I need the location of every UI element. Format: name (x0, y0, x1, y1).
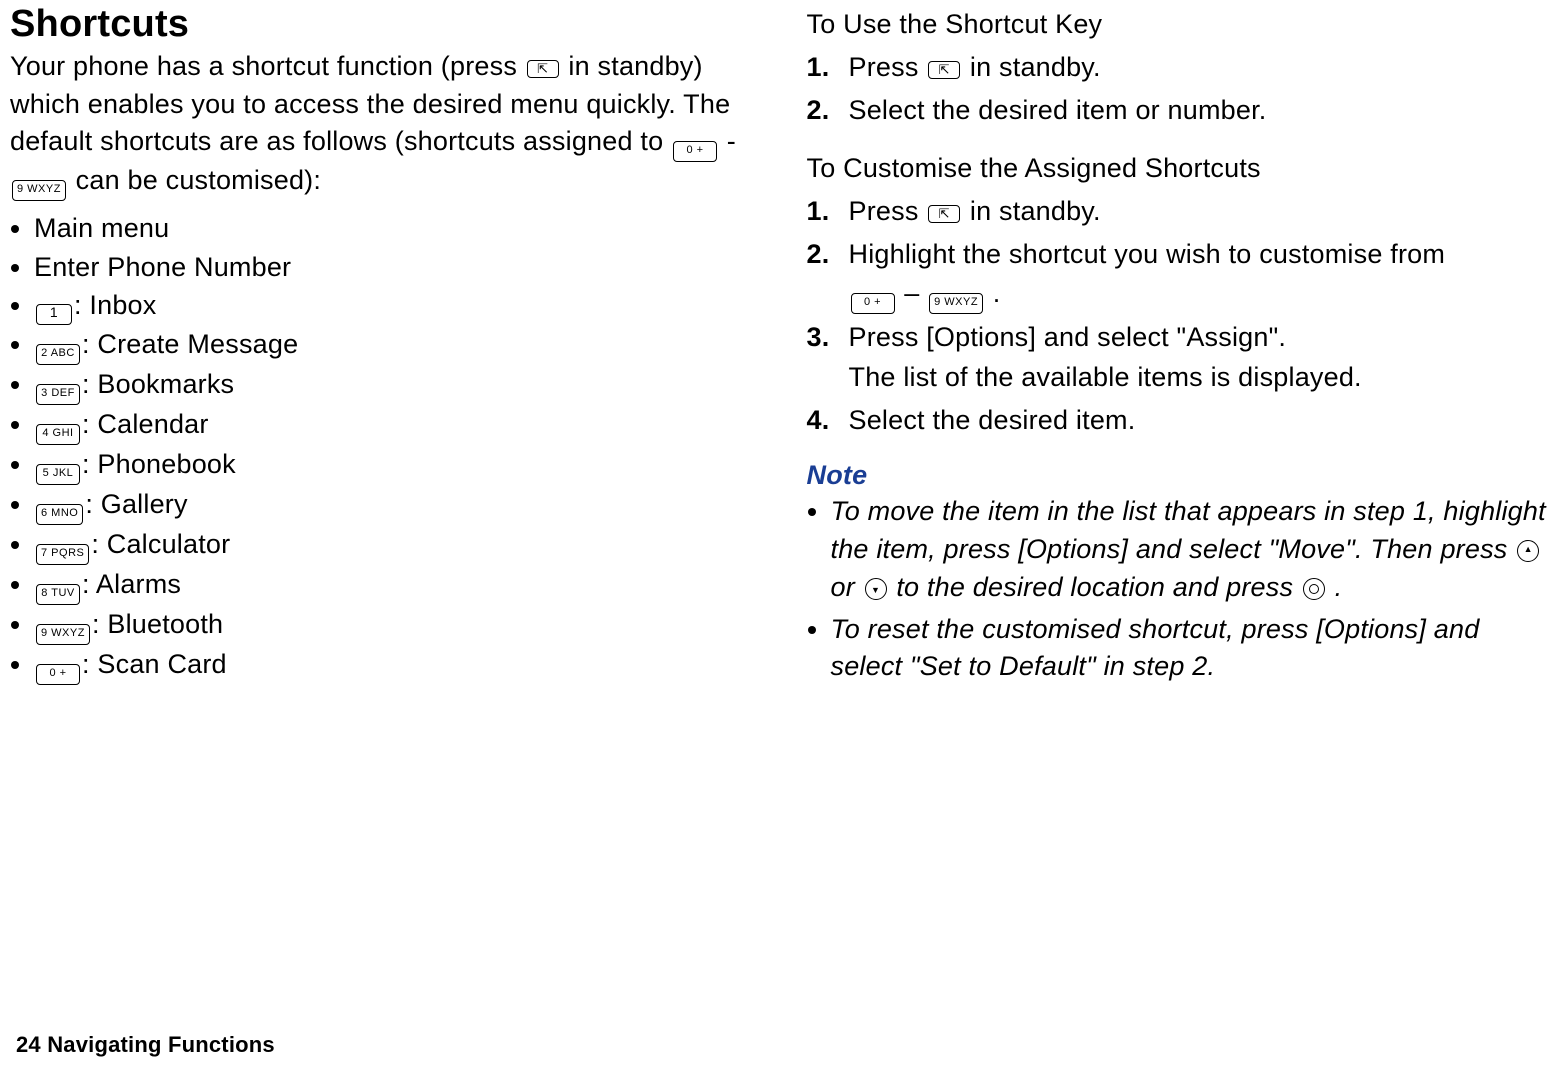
note-text: to the desired location and press (896, 572, 1301, 602)
step-subnote: The list of the available items is displ… (849, 359, 1556, 397)
step-number: 1. (807, 192, 849, 231)
key-9-icon: 9 WXYZ (36, 624, 90, 645)
footer-title: Navigating Functions (47, 1032, 275, 1057)
shortcut-key-icon (928, 61, 960, 79)
step-item: 2. Highlight the shortcut you wish to cu… (807, 235, 1556, 314)
step-body: Press [Options] and select "Assign". The… (849, 318, 1556, 397)
shortcut-key-icon (527, 60, 559, 78)
key-3-icon: 3 DEF (36, 384, 80, 405)
item-label: Inbox (89, 290, 156, 320)
page-footer: 24 Navigating Functions (16, 1032, 275, 1058)
step-item: 2. Select the desired item or number. (807, 91, 1556, 130)
step-number: 2. (807, 235, 849, 314)
note-text: To move the item in the list that appear… (831, 496, 1546, 564)
range-separator: - (727, 126, 736, 156)
key-8-icon: 8 TUV (36, 584, 80, 605)
use-shortcut-heading: To Use the Shortcut Key (807, 6, 1556, 44)
key-9-icon: 9 WXYZ (929, 293, 983, 314)
list-item: 2 ABC: Create Message (34, 325, 759, 365)
shortcut-list: Main menu Enter Phone Number 1: Inbox 2 … (10, 209, 759, 685)
range-separator: – (904, 278, 927, 308)
step-text: in standby. (970, 196, 1101, 226)
nav-up-icon (1517, 540, 1539, 562)
step-body: Press in standby. (849, 48, 1556, 87)
key-5-icon: 5 JKL (36, 464, 80, 485)
section-title: Shortcuts (10, 4, 759, 46)
list-item: 6 MNO: Gallery (34, 485, 759, 525)
shortcut-key-icon (928, 205, 960, 223)
step-text: . (993, 278, 1001, 308)
key-1-icon: 1 (36, 304, 72, 325)
item-label: Calculator (107, 529, 231, 559)
list-item: 1: Inbox (34, 286, 759, 325)
step-text: Highlight the shortcut you wish to custo… (849, 239, 1446, 269)
note-heading: Note (807, 460, 1556, 491)
item-label: Gallery (101, 489, 188, 519)
item-label: Bookmarks (97, 369, 234, 399)
item-label: Scan Card (97, 649, 226, 679)
item-label: Create Message (97, 329, 298, 359)
list-item: 4 GHI: Calendar (34, 405, 759, 445)
step-number: 3. (807, 318, 849, 397)
key-0-icon: 0 + (36, 664, 80, 685)
step-number: 1. (807, 48, 849, 87)
item-label: Main menu (34, 213, 169, 243)
step-item: 1. Press in standby. (807, 48, 1556, 87)
note-item: To move the item in the list that appear… (831, 493, 1556, 606)
item-label: Calendar (97, 409, 208, 439)
list-item: 9 WXYZ: Bluetooth (34, 605, 759, 645)
page-number: 24 (16, 1032, 41, 1057)
left-column: Shortcuts Your phone has a shortcut func… (10, 4, 759, 690)
list-item: 8 TUV: Alarms (34, 565, 759, 605)
list-item: Enter Phone Number (34, 248, 759, 286)
item-label: Alarms (96, 569, 181, 599)
key-9-icon: 9 WXYZ (12, 180, 66, 201)
list-item: 3 DEF: Bookmarks (34, 365, 759, 405)
step-text: Press (849, 52, 927, 82)
item-label: Bluetooth (107, 609, 223, 639)
note-text: To reset the customised shortcut, press … (831, 614, 1480, 682)
step-body: Select the desired item or number. (849, 91, 1556, 130)
key-7-icon: 7 PQRS (36, 544, 89, 565)
step-body: Select the desired item. (849, 401, 1556, 440)
intro-paragraph: Your phone has a shortcut function (pres… (10, 48, 759, 202)
note-text: . (1335, 572, 1343, 602)
intro-text-4: can be customised): (76, 165, 321, 195)
nav-center-icon (1303, 578, 1325, 600)
customise-steps: 1. Press in standby. 2. Highlight the sh… (807, 192, 1556, 440)
note-list: To move the item in the list that appear… (807, 493, 1556, 686)
step-item: 4. Select the desired item. (807, 401, 1556, 440)
step-item: 1. Press in standby. (807, 192, 1556, 231)
nav-down-icon (865, 578, 887, 600)
step-body: Highlight the shortcut you wish to custo… (849, 235, 1556, 314)
key-6-icon: 6 MNO (36, 504, 83, 525)
step-number: 4. (807, 401, 849, 440)
list-item: 0 +: Scan Card (34, 645, 759, 685)
key-4-icon: 4 GHI (36, 424, 80, 445)
item-label: Phonebook (97, 449, 235, 479)
key-0-icon: 0 + (851, 293, 895, 314)
step-text: Press [Options] and select "Assign". (849, 322, 1287, 352)
key-0-icon: 0 + (673, 141, 717, 162)
list-item: 5 JKL: Phonebook (34, 445, 759, 485)
right-column: To Use the Shortcut Key 1. Press in stan… (807, 4, 1556, 690)
step-text: Select the desired item or number. (849, 95, 1267, 125)
list-item: Main menu (34, 209, 759, 247)
step-body: Press in standby. (849, 192, 1556, 231)
key-2-icon: 2 ABC (36, 344, 80, 365)
note-text: or (831, 572, 863, 602)
step-text: in standby. (970, 52, 1101, 82)
item-label: Enter Phone Number (34, 252, 291, 282)
step-text: Select the desired item. (849, 405, 1136, 435)
use-steps: 1. Press in standby. 2. Select the desir… (807, 48, 1556, 130)
step-text: Press (849, 196, 927, 226)
step-item: 3. Press [Options] and select "Assign". … (807, 318, 1556, 397)
intro-text-1: Your phone has a shortcut function (pres… (10, 51, 525, 81)
note-item: To reset the customised shortcut, press … (831, 611, 1556, 687)
list-item: 7 PQRS: Calculator (34, 525, 759, 565)
step-number: 2. (807, 91, 849, 130)
customise-heading: To Customise the Assigned Shortcuts (807, 150, 1556, 188)
